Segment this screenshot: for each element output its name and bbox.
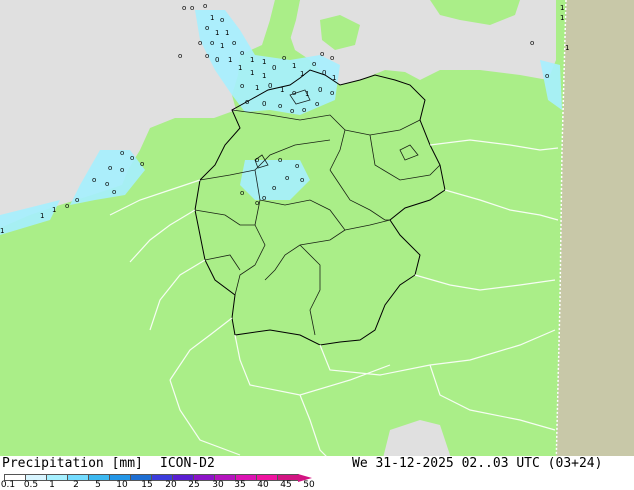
svg-text:1: 1 xyxy=(560,4,564,12)
svg-text:o: o xyxy=(320,50,324,58)
outside-domain xyxy=(556,0,634,470)
legend-tick-label: 10 xyxy=(116,480,128,490)
svg-text:1: 1 xyxy=(40,212,44,220)
svg-text:1: 1 xyxy=(292,62,296,70)
valid-time: We 31-12-2025 02..03 UTC (03+24) xyxy=(352,456,603,471)
svg-text:1: 1 xyxy=(255,84,259,92)
svg-text:1: 1 xyxy=(262,58,266,66)
svg-text:1: 1 xyxy=(262,72,266,80)
svg-text:o: o xyxy=(315,100,319,108)
svg-text:o: o xyxy=(330,89,334,97)
legend-ticks: 0.1 0.5 1 2 5 10 15 20 25 30 35 40 45 50 xyxy=(0,480,340,490)
svg-text:o: o xyxy=(205,24,209,32)
svg-text:1: 1 xyxy=(52,206,56,214)
svg-text:o: o xyxy=(312,60,316,68)
svg-text:o: o xyxy=(75,196,79,204)
svg-text:1: 1 xyxy=(565,44,569,52)
svg-text:o: o xyxy=(190,4,194,12)
svg-text:1: 1 xyxy=(220,42,224,50)
svg-text:o: o xyxy=(203,2,207,10)
legend-tick-label: 45 xyxy=(280,480,292,490)
svg-text:1: 1 xyxy=(0,227,4,235)
legend-tick-label: 35 xyxy=(234,480,246,490)
svg-text:o: o xyxy=(178,52,182,60)
legend-tick-label: 0.1 xyxy=(0,480,16,490)
svg-text:o: o xyxy=(530,39,534,47)
svg-text:o: o xyxy=(205,52,209,60)
svg-text:o: o xyxy=(105,180,109,188)
svg-text:o: o xyxy=(302,106,306,114)
svg-text:o: o xyxy=(120,149,124,157)
svg-text:o: o xyxy=(220,16,224,24)
svg-text:o: o xyxy=(92,176,96,184)
svg-text:o: o xyxy=(285,174,289,182)
model-name: ICON-D2 xyxy=(160,456,215,471)
svg-text:1: 1 xyxy=(250,56,254,64)
legend-tick-label: 15 xyxy=(141,480,153,490)
svg-text:0: 0 xyxy=(272,64,276,72)
svg-text:o: o xyxy=(240,82,244,90)
svg-text:o: o xyxy=(232,39,236,47)
svg-text:o: o xyxy=(278,102,282,110)
legend-tick-label: 25 xyxy=(188,480,200,490)
legend-tick-label: 20 xyxy=(165,480,177,490)
svg-text:1: 1 xyxy=(215,29,219,37)
svg-text:o: o xyxy=(240,189,244,197)
precipitation-map: ooo 1 oo 1 1o oo1 o1 1 o01 11 1 0o1 1oo o01 … xyxy=(0,0,634,470)
svg-text:o: o xyxy=(112,188,116,196)
legend-tick-label: 50 xyxy=(303,480,315,490)
legend-tick-label: 2 xyxy=(73,480,79,490)
legend-tick-label: 30 xyxy=(212,480,224,490)
svg-text:o: o xyxy=(545,72,549,80)
svg-text:1: 1 xyxy=(560,14,564,22)
svg-text:o: o xyxy=(278,156,282,164)
svg-text:o: o xyxy=(182,4,186,12)
svg-text:o: o xyxy=(120,166,124,174)
svg-text:o: o xyxy=(108,164,112,172)
legend-tick-label: 5 xyxy=(95,480,101,490)
svg-text:o: o xyxy=(130,154,134,162)
svg-text:0: 0 xyxy=(318,86,322,94)
svg-text:o: o xyxy=(295,162,299,170)
svg-text:o: o xyxy=(300,176,304,184)
svg-text:0: 0 xyxy=(262,100,266,108)
svg-text:o: o xyxy=(65,202,69,210)
svg-text:0: 0 xyxy=(215,56,219,64)
legend-tick-label: 40 xyxy=(257,480,269,490)
svg-text:o: o xyxy=(210,39,214,47)
svg-text:1: 1 xyxy=(238,64,242,72)
svg-text:o: o xyxy=(282,54,286,62)
svg-text:1: 1 xyxy=(250,69,254,77)
svg-text:1: 1 xyxy=(228,56,232,64)
map-title: Precipitation [mm] xyxy=(2,456,143,471)
svg-text:1: 1 xyxy=(210,14,214,22)
svg-text:o: o xyxy=(240,49,244,57)
svg-text:o: o xyxy=(140,160,144,168)
legend-tick-label: 1 xyxy=(49,480,55,490)
legend-tick-label: 0.5 xyxy=(23,480,39,490)
svg-text:o: o xyxy=(198,39,202,47)
svg-text:o: o xyxy=(290,107,294,115)
svg-text:1: 1 xyxy=(225,29,229,37)
svg-text:o: o xyxy=(272,184,276,192)
svg-text:o: o xyxy=(330,54,334,62)
